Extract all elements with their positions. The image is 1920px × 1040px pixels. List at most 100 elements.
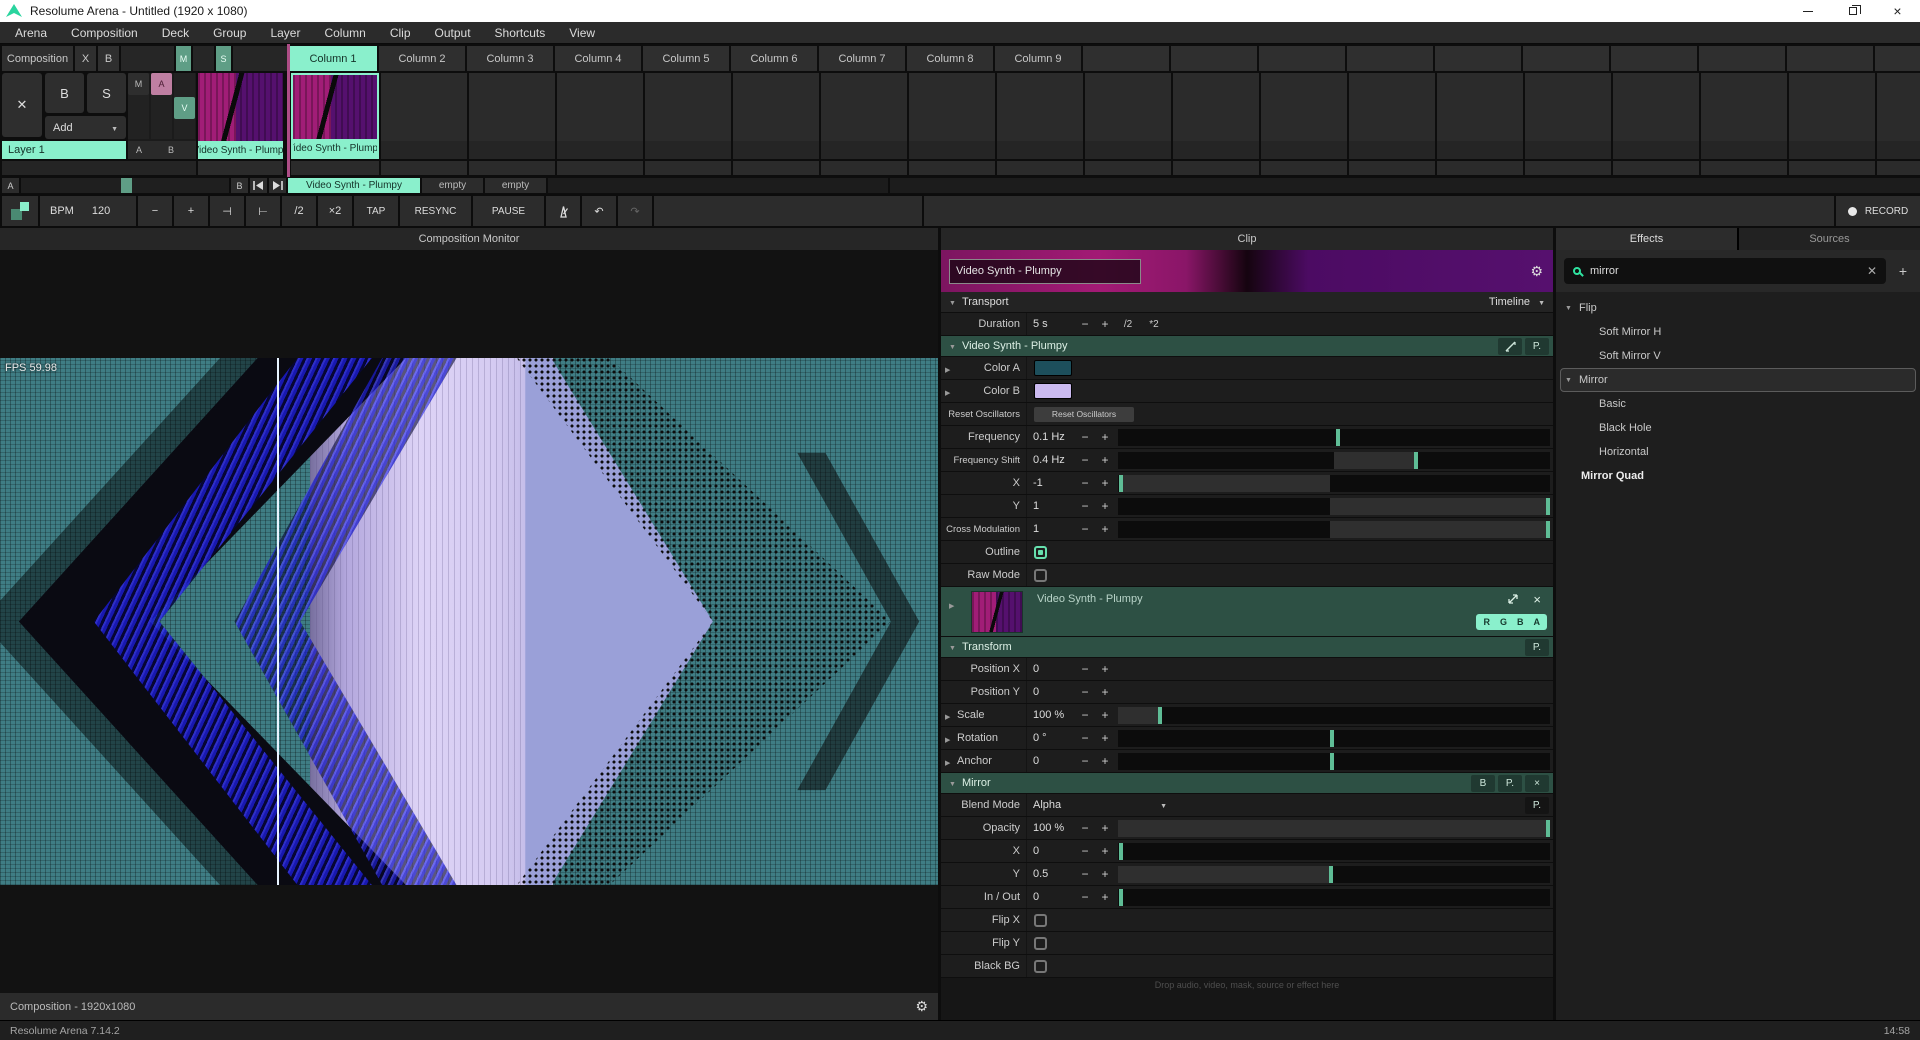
empty-cell[interactable] [1261,73,1347,159]
y-slider[interactable] [1118,498,1550,515]
expand-triangle-icon[interactable] [945,729,956,747]
duration-half-button[interactable]: /2 [1115,319,1141,330]
nudge-up-button[interactable]: ⊢ [246,196,280,226]
increment-button[interactable]: + [1095,754,1115,768]
increment-button[interactable]: + [1095,867,1115,881]
menu-deck[interactable]: Deck [162,26,189,40]
increment-button[interactable]: + [1095,499,1115,513]
menu-clip[interactable]: Clip [390,26,411,40]
increment-button[interactable]: + [1095,890,1115,904]
crossfade-b-button[interactable]: B [168,145,174,155]
anchor-slider[interactable] [1118,753,1550,770]
restore-button[interactable] [1830,0,1875,22]
decrement-button[interactable]: − [1075,731,1095,745]
param-value[interactable]: 0 [1027,663,1075,675]
effect-bypass-button[interactable]: B [1471,775,1495,792]
decrement-button[interactable]: − [1075,754,1095,768]
effect-horizontal[interactable]: Horizontal [1560,440,1916,464]
param-value[interactable]: 0 ° [1027,732,1075,744]
expand-icon[interactable] [1507,592,1519,610]
empty-cell[interactable] [198,161,283,175]
empty-cell[interactable] [1349,161,1435,175]
empty-cell[interactable] [1611,46,1697,71]
column-4-button[interactable]: Column 4 [555,46,641,71]
metronome-button[interactable] [546,196,580,226]
param-value[interactable]: 0 [1027,755,1075,767]
monitor-settings-gear-icon[interactable]: ⚙ [915,998,928,1015]
duration-value[interactable]: 5 s [1027,318,1075,330]
empty-cell[interactable] [557,73,643,159]
increment-button[interactable]: + [1095,844,1115,858]
clip-cell-selected[interactable]: Video Synth - Plumpy [291,73,379,159]
frequency-shift-slider[interactable] [1118,452,1550,469]
composition-button[interactable]: Composition [2,46,73,71]
empty-cell[interactable] [1789,73,1875,159]
flip-y-checkbox[interactable] [1034,937,1047,950]
rotation-slider[interactable] [1118,730,1550,747]
effect-soft-mirror-h[interactable]: Soft Mirror H [1560,320,1916,344]
increment-button[interactable]: + [1095,430,1115,444]
empty-cell[interactable] [909,73,995,159]
param-value[interactable]: 0.1 Hz [1027,431,1075,443]
empty-cell[interactable] [733,161,819,175]
empty-cell[interactable] [1261,161,1347,175]
tab-effects[interactable]: Effects [1556,228,1737,250]
expand-triangle-icon[interactable] [945,382,956,400]
resync-button[interactable]: RESYNC [400,196,471,226]
expand-triangle-icon[interactable] [949,595,960,613]
decrement-button[interactable]: − [1075,476,1095,490]
empty-cell[interactable] [1787,46,1873,71]
decrement-button[interactable]: − [1075,499,1095,513]
empty-cell[interactable] [1701,73,1787,159]
decrement-button[interactable]: − [1075,890,1095,904]
preview-tab-empty-1[interactable]: empty [422,178,483,193]
clear-search-icon[interactable]: ✕ [1867,264,1877,278]
minimize-button[interactable] [1785,0,1830,22]
menu-arena[interactable]: Arena [15,26,47,40]
clip-cell-playing[interactable]: Video Synth - Plumpy [198,73,283,159]
add-effect-button[interactable]: + [1894,263,1912,279]
empty-cell[interactable] [1613,161,1699,175]
red-channel-button[interactable]: R [1483,617,1490,627]
raw-mode-checkbox[interactable] [1034,569,1047,582]
layer-mute-button[interactable]: M [128,73,149,95]
decrement-button[interactable]: − [1075,844,1095,858]
empty-cell[interactable] [1875,46,1920,71]
param-value[interactable]: -1 [1027,477,1075,489]
column-7-button[interactable]: Column 7 [819,46,905,71]
empty-cell[interactable] [1085,73,1171,159]
layer-add-dropdown[interactable]: Add [45,116,126,139]
layer-name[interactable]: Layer 1 [2,141,126,159]
effects-group-mirror[interactable]: Mirror [1560,368,1916,392]
empty-cell[interactable] [1085,161,1171,175]
effect-soft-mirror-v[interactable]: Soft Mirror V [1560,344,1916,368]
preview-tab-empty-2[interactable]: empty [485,178,546,193]
empty-cell[interactable] [557,161,643,175]
source-section-header[interactable]: Video Synth - Plumpy P. [941,336,1553,357]
increment-button[interactable]: + [1095,821,1115,835]
crossfader-track[interactable] [21,178,229,193]
bpm-decrease-button[interactable]: − [138,196,172,226]
crossfader-b-button[interactable]: B [231,178,248,193]
black-bg-checkbox[interactable] [1034,960,1047,973]
empty-cell[interactable] [381,161,467,175]
bpm-half-button[interactable]: /2 [282,196,316,226]
layer-audio-button[interactable]: A [151,73,172,95]
empty-cell[interactable] [1437,161,1523,175]
composition-bypass-button[interactable]: B [98,46,119,71]
param-value[interactable]: 1 [1027,523,1075,535]
increment-button[interactable]: + [1095,662,1115,676]
decrement-button[interactable]: − [1075,685,1095,699]
mirror-x-slider[interactable] [1118,843,1550,860]
crossfader-a-button[interactable]: A [2,178,19,193]
close-button[interactable]: × [1875,0,1920,22]
decrement-button[interactable]: − [1075,453,1095,467]
column-2-button[interactable]: Column 2 [379,46,465,71]
blue-channel-button[interactable]: B [1517,617,1524,627]
empty-cell[interactable] [821,73,907,159]
duration-double-button[interactable]: *2 [1141,319,1167,330]
composition-close-button[interactable]: X [75,46,96,71]
decrement-button[interactable]: − [1075,708,1095,722]
automation-button[interactable] [1498,338,1522,355]
green-channel-button[interactable]: G [1500,617,1507,627]
